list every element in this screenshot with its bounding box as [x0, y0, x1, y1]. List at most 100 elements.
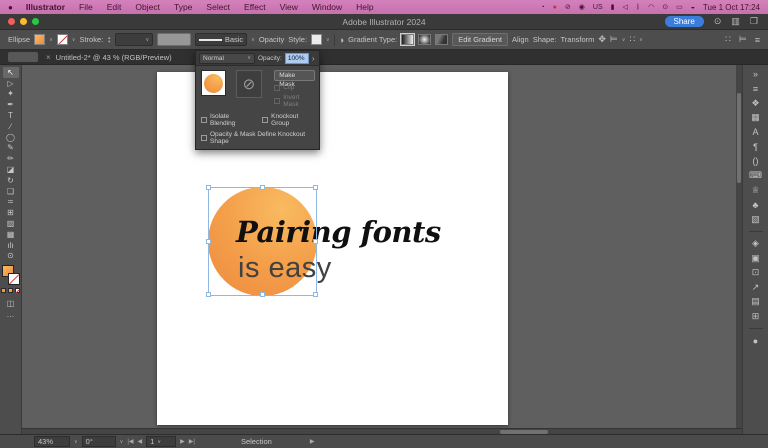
document-tab[interactable]: × Untitled-2* @ 43 % (RGB/Preview)	[46, 53, 172, 62]
chevron-down-icon[interactable]: ∨	[326, 37, 330, 43]
zoom-level-dropdown[interactable]: 43%	[34, 436, 70, 447]
swatches-icon[interactable]: ▧	[751, 212, 760, 227]
symbols-icon[interactable]: ♣	[753, 198, 759, 213]
menu-item[interactable]: Effect	[237, 2, 273, 12]
image-trace-icon[interactable]: ▦	[751, 111, 760, 126]
menu-item[interactable]: Object	[128, 2, 167, 12]
align-button[interactable]: Align	[512, 35, 529, 44]
menu-item[interactable]: Type	[167, 2, 199, 12]
export-icon[interactable]: ↗	[752, 280, 760, 295]
magic-wand-tool[interactable]: ✦	[3, 89, 19, 100]
record-icon[interactable]: ◉	[579, 3, 585, 11]
checkbox-icon[interactable]	[262, 117, 269, 123]
panel-menu-icon[interactable]: ≡	[755, 35, 760, 45]
search-icon[interactable]: ⊙	[714, 16, 722, 27]
chevron-down-icon[interactable]: ∨	[72, 37, 76, 43]
shape-button[interactable]: Shape:	[533, 35, 557, 44]
close-window-button[interactable]	[8, 18, 15, 25]
selection-handle[interactable]	[206, 185, 211, 190]
menu-item[interactable]: Help	[349, 2, 380, 12]
direct-selection-tool[interactable]: ▷	[3, 78, 19, 89]
app-status-icon[interactable]: ●	[553, 4, 557, 11]
paragraph-icon[interactable]: ¶	[753, 140, 758, 155]
last-artboard-button[interactable]: ▶|	[189, 438, 195, 445]
volume-icon[interactable]: ◁	[622, 3, 627, 11]
artboard-number-dropdown[interactable]: 1 ∨	[146, 436, 177, 447]
knockout-group-checkbox[interactable]: Knockout Group	[262, 113, 315, 127]
align-objects-icon[interactable]: ⊨	[610, 34, 618, 45]
rotation-dropdown[interactable]: 0°	[81, 436, 116, 447]
opacity-stepper-icon[interactable]: ›	[312, 54, 315, 63]
selection-handle[interactable]	[206, 238, 211, 244]
line-tool[interactable]: ∕	[3, 121, 19, 132]
none-button[interactable]	[15, 288, 20, 294]
isolate-blending-checkbox[interactable]: Isolate Blending	[201, 113, 253, 127]
paintbrush-tool[interactable]: ✎	[3, 143, 19, 154]
menu-item[interactable]: Window	[305, 2, 349, 12]
fill-color-swatch[interactable]	[34, 34, 46, 45]
apple-menu-icon[interactable]: ●	[8, 3, 13, 12]
selection-handle[interactable]	[259, 292, 265, 297]
do-not-disturb-icon[interactable]: ⊘	[565, 3, 571, 11]
chevron-down-icon[interactable]: ∨	[622, 37, 626, 43]
align-to-artboard-icon[interactable]: ⊨	[739, 34, 747, 45]
chevron-down-icon[interactable]: ∨	[639, 37, 643, 43]
selection-bounding-box[interactable]	[206, 185, 318, 297]
control-center-icon[interactable]: ◒	[691, 4, 695, 11]
screen-mode-icon[interactable]: ◫	[7, 298, 15, 309]
status-menu-icon[interactable]: ▶	[310, 438, 315, 445]
selection-tool[interactable]: ↖	[2, 67, 19, 78]
menu-item[interactable]: File	[72, 2, 100, 12]
shape-builder-tool[interactable]: ⊞	[3, 207, 19, 218]
clip-checkbox[interactable]: Clip	[274, 84, 315, 91]
opacity-link[interactable]: Opacity	[259, 35, 284, 44]
checkbox-icon[interactable]	[201, 135, 207, 141]
recolor-artwork-icon[interactable]: ◑	[339, 35, 344, 45]
canvas[interactable]: Pairing fonts is easy	[22, 65, 742, 428]
stroke-color-swatch[interactable]	[56, 34, 68, 45]
layers-icon[interactable]: ◈	[752, 237, 759, 252]
transform-button[interactable]: Transform	[560, 35, 594, 44]
glyphs-icon[interactable]: ()	[753, 154, 759, 169]
scale-tool[interactable]: ❏	[3, 186, 19, 197]
chevron-down-icon[interactable]: ∨	[49, 37, 53, 43]
stroke-indicator[interactable]	[7, 273, 20, 286]
battery-icon[interactable]: ▮	[611, 3, 615, 11]
share-button[interactable]: Share	[664, 16, 704, 27]
menu-item[interactable]: Illustrator	[19, 2, 72, 12]
freeform-gradient-button[interactable]	[435, 34, 449, 45]
gradient-button[interactable]	[8, 288, 13, 294]
display-icon[interactable]: ▭	[676, 3, 683, 11]
selection-handle[interactable]	[259, 185, 265, 190]
zoom-window-button[interactable]	[32, 18, 39, 25]
mask-thumbnail[interactable]: ⊘	[235, 70, 263, 98]
spotlight-icon[interactable]: ⊙	[662, 3, 668, 11]
mesh-tool[interactable]: ▦	[3, 229, 19, 240]
linear-gradient-button[interactable]	[400, 33, 416, 46]
checkbox-icon[interactable]	[274, 98, 281, 104]
selection-handle[interactable]	[313, 238, 318, 244]
arrange-documents-icon[interactable]: ❐	[750, 16, 758, 27]
bluetooth-icon[interactable]: ᛒ	[636, 4, 640, 11]
stroke-weight-stepper[interactable]: ▲ ▼	[107, 35, 111, 44]
workspace-switcher-icon[interactable]: ▥	[731, 16, 740, 27]
blend-mode-dropdown[interactable]: Normal ∨	[199, 52, 255, 64]
rotate-tool[interactable]: ↻	[3, 175, 19, 186]
pen-tool[interactable]: ✒	[3, 99, 19, 110]
color-icon[interactable]: ●	[753, 334, 758, 349]
next-artboard-button[interactable]: ▶	[180, 438, 185, 445]
properties-icon[interactable]: ≡	[753, 82, 758, 97]
close-tab-icon[interactable]: ×	[46, 53, 51, 62]
graphic-styles-icon[interactable]: ♕	[751, 183, 759, 198]
collapse-panels-icon[interactable]: »	[753, 67, 758, 82]
keyboard-shortcuts-icon[interactable]: ⌨	[749, 169, 762, 184]
wifi-icon[interactable]: ◠	[648, 3, 654, 11]
menu-item[interactable]: Select	[199, 2, 237, 12]
previous-artboard-button[interactable]: ◀	[138, 438, 143, 445]
checkbox-icon[interactable]	[274, 84, 281, 91]
first-artboard-button[interactable]: |◀	[127, 438, 133, 445]
menubar-clock[interactable]: Tue 1 Oct 17:24	[703, 3, 760, 12]
make-mask-button[interactable]: Make Mask	[274, 70, 316, 88]
color-button[interactable]	[1, 288, 6, 294]
menu-item[interactable]: View	[273, 2, 305, 12]
